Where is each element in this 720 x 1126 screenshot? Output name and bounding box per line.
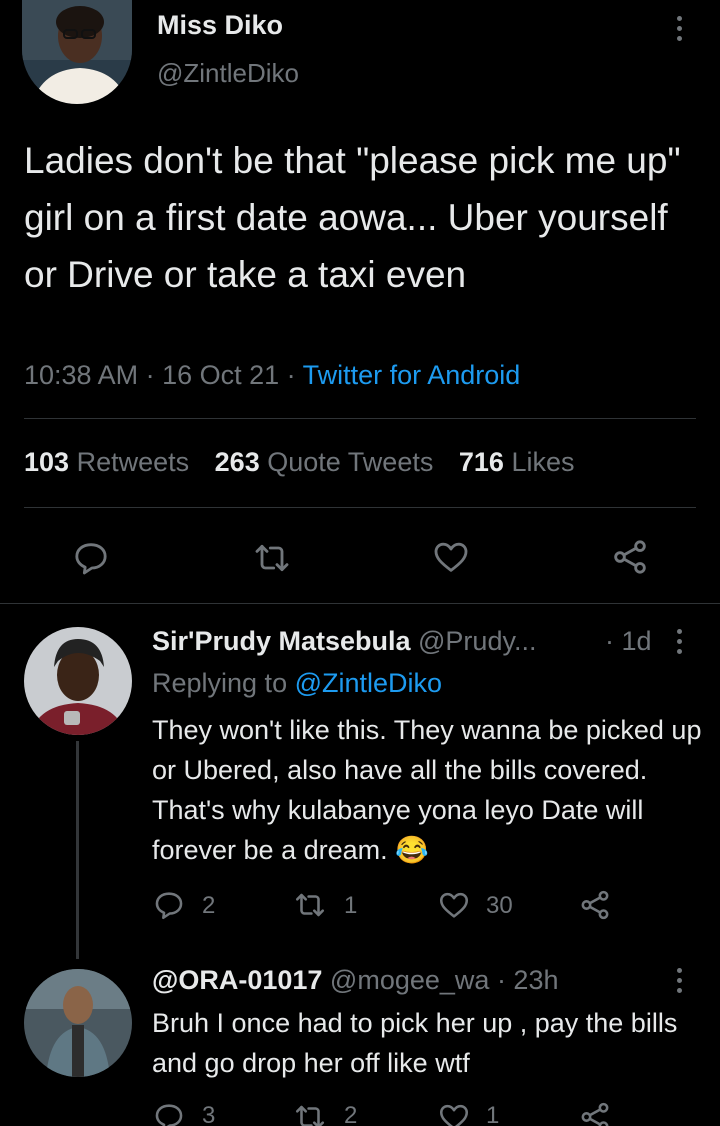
retweets-stat[interactable]: 103 Retweets [24,447,189,477]
tweet-timestamp: 10:38 AM · 16 Oct 21 · [24,360,303,390]
reply-author-name[interactable]: Sir'Prudy Matsebula [152,626,411,656]
reply-author-name[interactable]: @ORA-01017 [152,965,322,995]
retweet-icon[interactable] [292,888,328,922]
replying-to-link[interactable]: @ZintleDiko [295,668,442,698]
tweet-source[interactable]: Twitter for Android [303,360,521,390]
more-icon[interactable] [677,968,683,993]
reply-author-handle[interactable]: @mogee_wa [330,965,490,995]
reply-timestamp[interactable]: · 23h [497,965,559,995]
reply-author-handle[interactable]: @Prudy... [418,626,536,656]
reply-count: 2 [202,892,216,919]
share-icon[interactable] [609,537,651,577]
reply-text: They won't like this. They wanna be pick… [152,715,702,865]
more-icon[interactable] [677,629,683,654]
like-icon[interactable] [436,888,472,922]
reply-avatar[interactable] [24,627,132,735]
share-icon[interactable] [578,1100,612,1126]
replying-to: Replying to @ZintleDiko [152,668,443,698]
retweet-icon[interactable] [292,1100,328,1126]
share-icon[interactable] [578,888,612,922]
tweet-stats: 103 Retweets 263 Quote Tweets 716 Likes [24,447,574,478]
more-icon[interactable] [677,16,683,41]
reply-text: Bruh I once had to pick her up , pay the… [152,1008,678,1078]
author-avatar[interactable] [22,0,132,104]
tweet-text: Ladies don't be that "please pick me up"… [24,140,681,295]
reply-action-bar: 2 1 30 [152,888,622,924]
reply-icon[interactable] [152,1100,186,1126]
like-icon[interactable] [436,1100,472,1126]
divider [0,603,720,604]
reply-header: Sir'Prudy Matsebula @Prudy... [152,626,536,657]
reply-count: 3 [202,1102,216,1126]
reply-icon[interactable] [152,888,186,922]
like-count: 1 [486,1102,500,1126]
reply-avatar[interactable] [24,969,132,1077]
likes-stat[interactable]: 716 Likes [459,447,575,477]
reply-timestamp[interactable]: · 1d [605,626,652,657]
reply-action-bar: 3 2 1 [152,1100,622,1126]
author-name[interactable]: Miss Diko [157,10,283,41]
retweet-icon[interactable] [251,538,293,578]
divider [24,418,696,419]
like-icon[interactable] [430,537,472,577]
retweet-count: 1 [344,892,358,919]
retweet-count: 2 [344,1102,358,1126]
divider [24,507,696,508]
like-count: 30 [486,892,513,919]
tweet-meta: 10:38 AM · 16 Oct 21 · Twitter for Andro… [24,360,520,391]
reply-icon[interactable] [71,538,111,578]
quotes-stat[interactable]: 263 Quote Tweets [215,447,434,477]
reply-header: @ORA-01017 @mogee_wa · 23h [152,965,558,996]
thread-line [76,741,79,959]
author-handle[interactable]: @ZintleDiko [157,58,299,89]
